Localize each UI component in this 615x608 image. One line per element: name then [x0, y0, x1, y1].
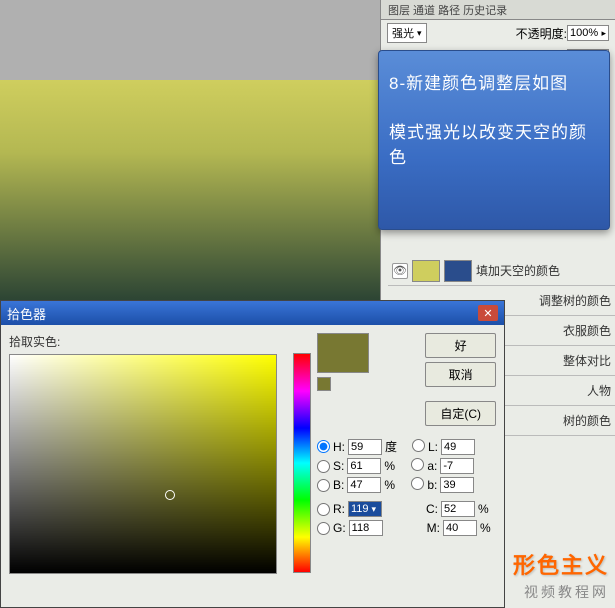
m-label: M: [427, 521, 440, 535]
l-label: L: [428, 440, 438, 454]
r-input[interactable]: 119 [348, 501, 382, 517]
h-label: H: [333, 440, 345, 454]
s-label: S: [333, 459, 344, 473]
dialog-titlebar[interactable]: 拾色器 ✕ [1, 301, 504, 325]
opacity-label: 不透明度: [516, 25, 567, 42]
canvas-background [0, 0, 380, 80]
dialog-title: 拾色器 [7, 304, 46, 323]
picker-label: 拾取实色: [9, 333, 287, 350]
g-input[interactable]: 118 [349, 520, 383, 536]
close-icon[interactable]: ✕ [478, 305, 498, 321]
b2-label: b: [427, 478, 437, 492]
r-radio[interactable] [317, 503, 330, 516]
custom-button[interactable]: 自定(C) [425, 401, 496, 426]
hue-slider[interactable] [293, 353, 311, 573]
annotation-callout: 8-新建颜色调整层如图 模式强光以改变天空的颜色 [378, 50, 610, 230]
panel-tabs[interactable]: 图层 通道 路径 历史记录 [381, 0, 615, 20]
g-radio[interactable] [317, 522, 330, 535]
b-input[interactable]: 47 [347, 477, 381, 493]
b-label: B: [333, 478, 344, 492]
c-unit: % [478, 502, 489, 516]
callout-text-1: 8-新建颜色调整层如图 [389, 69, 599, 94]
color-preview-small [317, 377, 331, 391]
l-radio[interactable] [412, 439, 425, 452]
h-input[interactable]: 59 [348, 439, 382, 455]
layer-thumb [412, 260, 440, 282]
a-input[interactable]: -7 [440, 458, 474, 474]
layer-mask-thumb [444, 260, 472, 282]
a-radio[interactable] [411, 458, 424, 471]
m-unit: % [480, 521, 491, 535]
ok-button[interactable]: 好 [425, 333, 496, 358]
layer-row[interactable]: 👁 填加天空的颜色 [388, 256, 615, 286]
tab-layers[interactable]: 图层 通道 路径 历史记录 [388, 2, 507, 18]
layer-name[interactable]: 树的颜色 [563, 412, 611, 429]
a-label: a: [427, 459, 437, 473]
watermark-logo: 形色主义 [513, 548, 609, 580]
s-radio[interactable] [317, 460, 330, 473]
h-radio[interactable] [317, 440, 330, 453]
m-input[interactable]: 40 [443, 520, 477, 536]
b-unit: % [384, 478, 398, 492]
l-input[interactable]: 49 [441, 439, 475, 455]
layer-name[interactable]: 整体对比 [563, 352, 611, 369]
layer-name[interactable]: 调整树的颜色 [539, 292, 611, 309]
c-label: C: [426, 502, 438, 516]
g-label: G: [333, 521, 346, 535]
b2-radio[interactable] [411, 477, 424, 490]
callout-text-2: 模式强光以改变天空的颜色 [389, 118, 599, 168]
layer-name[interactable]: 填加天空的颜色 [476, 262, 560, 279]
h-unit: 度 [385, 438, 399, 455]
c-input[interactable]: 52 [441, 501, 475, 517]
blend-mode-select[interactable]: 强光 [387, 23, 427, 43]
b2-input[interactable]: 39 [440, 477, 474, 493]
r-label: R: [333, 502, 345, 516]
color-preview [317, 333, 369, 373]
watermark-text: 视频教程网 [524, 582, 609, 602]
document-image[interactable] [0, 80, 380, 320]
s-unit: % [384, 459, 398, 473]
layer-name[interactable]: 衣服颜色 [563, 322, 611, 339]
color-cursor[interactable] [165, 490, 175, 500]
layer-name[interactable]: 人物 [587, 382, 611, 399]
visibility-icon[interactable]: 👁 [392, 263, 408, 279]
cancel-button[interactable]: 取消 [425, 362, 496, 387]
color-picker-dialog: 拾色器 ✕ 拾取实色: 好 取消 自定(C) [0, 300, 505, 608]
s-input[interactable]: 61 [347, 458, 381, 474]
b-radio[interactable] [317, 479, 330, 492]
color-field[interactable] [9, 354, 277, 574]
opacity-value[interactable]: 100% [567, 25, 609, 41]
